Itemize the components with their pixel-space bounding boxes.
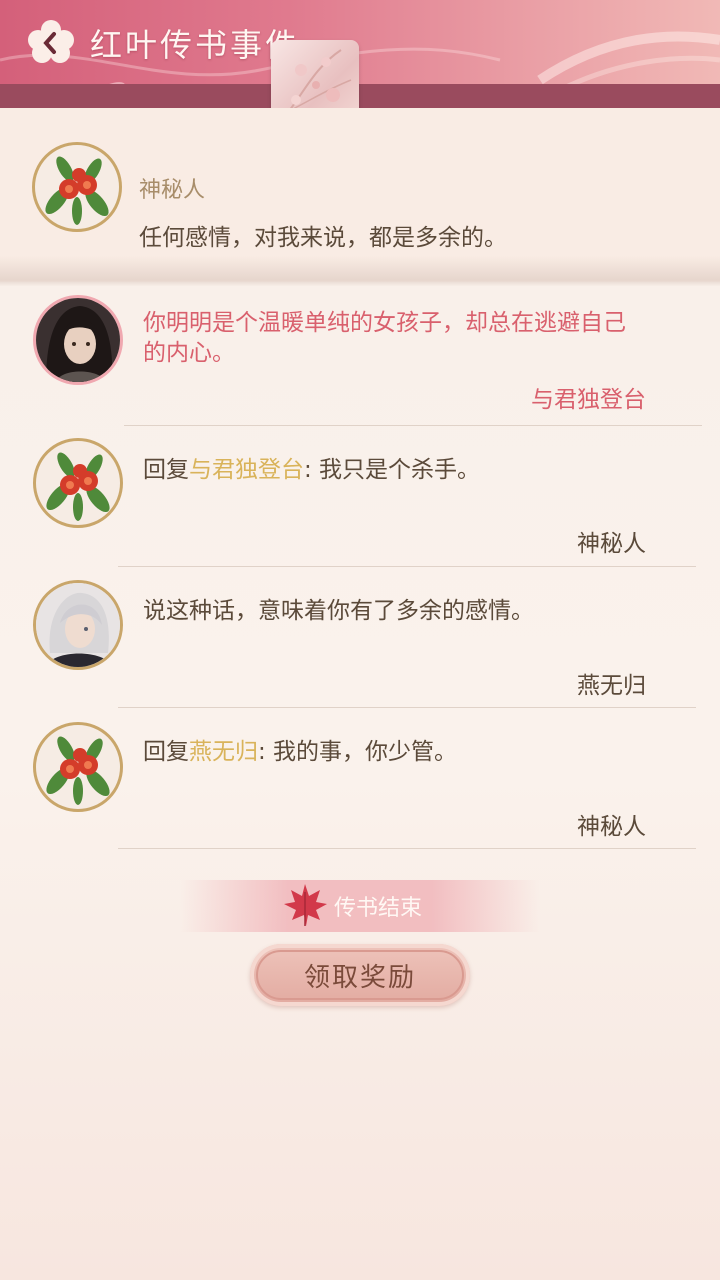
maple-leaf-icon (284, 884, 327, 926)
red-flower-icon (46, 736, 110, 805)
avatar-yujun[interactable] (33, 295, 123, 385)
reply-body: : 我只是个杀手。 (304, 457, 481, 483)
comment-signature: 与君独登台 (531, 387, 646, 413)
comment-text: 回复与君独登台: 我只是个杀手。 (143, 455, 653, 485)
reply-prefix: 回复 (143, 739, 189, 765)
reply-mention[interactable]: 与君独登台 (189, 457, 304, 483)
divider (124, 425, 702, 426)
reply-mention[interactable]: 燕无归 (189, 739, 258, 765)
white-haired-man-portrait (36, 583, 120, 667)
post-separator-shadow (0, 256, 720, 286)
divider (118, 707, 696, 708)
comment-signature: 燕无归 (577, 673, 646, 699)
claim-reward-button[interactable]: 领取奖励 (250, 944, 470, 1006)
reply-body: : 我的事，你少管。 (258, 739, 458, 765)
avatar-yanwugui[interactable] (33, 580, 123, 670)
avatar-mysterious[interactable] (32, 142, 122, 232)
comment-line: 你明明是个温暖单纯的女孩子，却总在逃避自己 (143, 310, 626, 336)
comment-line: 的内心。 (143, 340, 235, 366)
avatar-mysterious[interactable] (33, 722, 123, 812)
post-author: 神秘人 (139, 178, 206, 203)
divider (118, 848, 696, 849)
red-flower-icon (45, 156, 109, 225)
comment-signature: 神秘人 (577, 814, 646, 840)
back-button[interactable] (26, 18, 76, 64)
back-icon (28, 20, 74, 63)
red-flower-icon (46, 452, 110, 521)
divider (118, 566, 696, 567)
avatar-mysterious[interactable] (33, 438, 123, 528)
claim-reward-label: 领取奖励 (256, 950, 464, 1000)
title-bar: 红叶传书事件 (0, 0, 720, 108)
comment-signature: 神秘人 (577, 531, 646, 557)
comment-text: 回复燕无归: 我的事，你少管。 (143, 737, 653, 767)
post-text: 任何感情，对我来说，都是多余的。 (139, 225, 507, 251)
page-title: 红叶传书事件 (90, 26, 301, 64)
comment-text: 你明明是个温暖单纯的女孩子，却总在逃避自己 的内心。 (143, 308, 653, 368)
comment-text: 说这种话，意味着你有了多余的感情。 (143, 598, 534, 624)
dark-haired-man-portrait (36, 298, 120, 382)
end-label: 传书结束 (334, 896, 423, 921)
reply-prefix: 回复 (143, 457, 189, 483)
header-band (0, 84, 720, 108)
